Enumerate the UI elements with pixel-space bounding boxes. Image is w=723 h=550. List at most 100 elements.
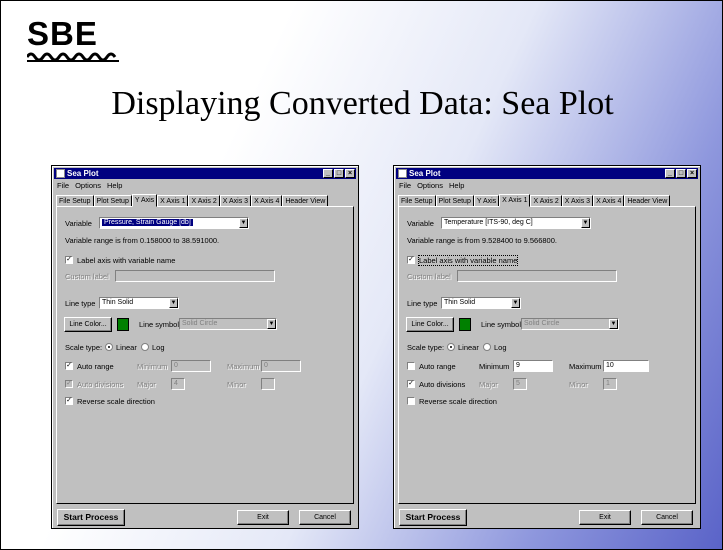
scale-linear-label: Linear: [458, 343, 479, 352]
custom-label-label: Custom label: [65, 272, 109, 281]
variable-label: Variable: [407, 219, 434, 228]
reverse-scale-label: Reverse scale direction: [419, 397, 497, 406]
start-process-button[interactable]: Start Process: [57, 509, 125, 526]
custom-label-label: Custom label: [407, 272, 451, 281]
variable-select[interactable]: Pressure, Strain Gauge [db] ▼: [99, 217, 249, 229]
close-button[interactable]: ×: [687, 169, 697, 178]
scale-log-label: Log: [494, 343, 507, 352]
app-icon: [56, 169, 65, 178]
auto-divisions-label: Auto divisions: [419, 380, 466, 389]
menu-bar: File Options Help: [397, 180, 697, 191]
dropdown-arrow-icon[interactable]: ▼: [239, 218, 248, 228]
window-title: Sea Plot: [67, 169, 99, 178]
major-input[interactable]: 5: [513, 378, 527, 390]
custom-label-input[interactable]: [115, 270, 275, 282]
auto-range-checkbox[interactable]: [407, 362, 415, 370]
dropdown-arrow-icon[interactable]: ▼: [609, 319, 618, 329]
menu-help[interactable]: Help: [449, 180, 464, 191]
custom-label-input[interactable]: [457, 270, 617, 282]
line-type-select[interactable]: Thin Solid ▼: [441, 297, 521, 309]
line-type-label: Line type: [65, 299, 96, 308]
tab-y-axis[interactable]: Y Axis: [131, 194, 158, 207]
maximum-label: Maximum: [569, 362, 602, 371]
variable-select[interactable]: Temperature [ITS-90, deg C] ▼: [441, 217, 591, 229]
logo-waves-icon: [27, 52, 119, 62]
maximum-input[interactable]: 10: [603, 360, 649, 372]
maximize-button[interactable]: □: [676, 169, 686, 178]
dropdown-arrow-icon[interactable]: ▼: [511, 298, 520, 308]
start-process-button[interactable]: Start Process: [399, 509, 467, 526]
line-symbol-value: Solid Circle: [524, 320, 560, 327]
minor-input[interactable]: 1: [603, 378, 617, 390]
window-title: Sea Plot: [409, 169, 441, 178]
scale-log-label: Log: [152, 343, 165, 352]
maximize-button[interactable]: □: [334, 169, 344, 178]
variable-value: Temperature [ITS-90, deg C]: [444, 219, 533, 226]
reverse-scale-label: Reverse scale direction: [77, 397, 155, 406]
variable-range-text: Variable range is from 0.158000 to 38.59…: [65, 236, 220, 245]
major-label: Major: [137, 380, 156, 389]
menu-file[interactable]: File: [57, 180, 69, 191]
line-symbol-select[interactable]: Solid Circle ▼: [179, 318, 277, 330]
line-color-swatch: [459, 318, 471, 331]
menu-file[interactable]: File: [399, 180, 411, 191]
dropdown-arrow-icon[interactable]: ▼: [581, 218, 590, 228]
scale-linear-radio[interactable]: [105, 343, 113, 351]
logo-text: SBE: [27, 15, 98, 52]
window-titlebar: Sea Plot _ □ ×: [396, 168, 698, 179]
major-input[interactable]: 4: [171, 378, 185, 390]
scale-log-radio[interactable]: [483, 343, 491, 351]
menu-help[interactable]: Help: [107, 180, 122, 191]
maximum-input[interactable]: 0: [261, 360, 301, 372]
scale-linear-radio[interactable]: [447, 343, 455, 351]
reverse-scale-checkbox[interactable]: [407, 397, 415, 405]
label-axis-label: Label axis with variable name: [77, 256, 176, 265]
major-label: Major: [479, 380, 498, 389]
auto-range-checkbox[interactable]: ✓: [65, 362, 73, 370]
minimum-input[interactable]: 9: [513, 360, 553, 372]
line-color-button[interactable]: Line Color...: [406, 317, 454, 332]
reverse-scale-checkbox[interactable]: ✓: [65, 397, 73, 405]
minimize-button[interactable]: _: [323, 169, 333, 178]
auto-divisions-checkbox[interactable]: ✓: [407, 380, 415, 388]
line-color-button[interactable]: Line Color...: [64, 317, 112, 332]
minor-input[interactable]: [261, 378, 275, 390]
line-symbol-label: Line symbol: [481, 320, 522, 329]
auto-divisions-label: Auto divisions: [77, 380, 124, 389]
cancel-button[interactable]: Cancel: [299, 510, 351, 525]
cancel-button[interactable]: Cancel: [641, 510, 693, 525]
label-axis-checkbox[interactable]: ✓: [65, 256, 73, 264]
app-icon: [398, 169, 407, 178]
menu-options[interactable]: Options: [417, 180, 443, 191]
variable-value: Pressure, Strain Gauge [db]: [102, 219, 193, 226]
sea-plot-window-y-axis: Sea Plot _ □ × File Options Help File Se…: [51, 165, 359, 529]
maximum-label: Maximum: [227, 362, 260, 371]
line-symbol-label: Line symbol: [139, 320, 180, 329]
sbe-logo: SBE: [27, 17, 119, 65]
auto-range-label: Auto range: [77, 362, 114, 371]
line-type-value: Thin Solid: [444, 299, 476, 306]
label-axis-checkbox[interactable]: ✓: [407, 256, 415, 264]
auto-divisions-checkbox[interactable]: ✓: [65, 380, 73, 388]
minimum-input[interactable]: 0: [171, 360, 211, 372]
slide: SBE Displaying Converted Data: Sea Plot …: [0, 0, 723, 550]
tab-x-axis-1[interactable]: X Axis 1: [499, 194, 531, 207]
tab-panel: Variable Temperature [ITS-90, deg C] ▼ V…: [398, 206, 696, 504]
exit-button[interactable]: Exit: [579, 510, 631, 525]
line-type-label: Line type: [407, 299, 438, 308]
line-symbol-select[interactable]: Solid Circle ▼: [521, 318, 619, 330]
minimum-label: Minimum: [479, 362, 510, 371]
window-titlebar: Sea Plot _ □ ×: [54, 168, 356, 179]
line-type-select[interactable]: Thin Solid ▼: [99, 297, 179, 309]
minimize-button[interactable]: _: [665, 169, 675, 178]
exit-button[interactable]: Exit: [237, 510, 289, 525]
line-color-swatch: [117, 318, 129, 331]
minimum-label: Minimum: [137, 362, 168, 371]
close-button[interactable]: ×: [345, 169, 355, 178]
dropdown-arrow-icon[interactable]: ▼: [267, 319, 276, 329]
dropdown-arrow-icon[interactable]: ▼: [169, 298, 178, 308]
auto-range-label: Auto range: [419, 362, 456, 371]
slide-title: Displaying Converted Data: Sea Plot: [111, 85, 614, 122]
menu-options[interactable]: Options: [75, 180, 101, 191]
scale-log-radio[interactable]: [141, 343, 149, 351]
